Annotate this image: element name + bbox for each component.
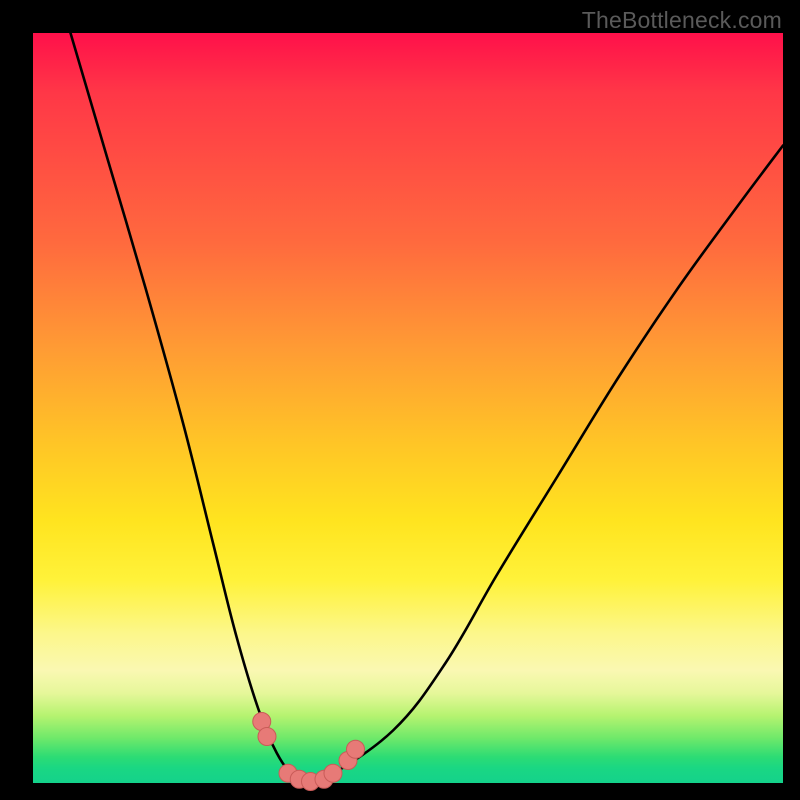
chart-svg: [33, 33, 783, 783]
watermark-text: TheBottleneck.com: [582, 7, 782, 34]
marker-point: [258, 728, 276, 746]
marker-group: [253, 713, 365, 791]
bottleneck-curve-path: [71, 33, 784, 784]
marker-point: [347, 740, 365, 758]
outer-frame: TheBottleneck.com: [0, 0, 800, 800]
marker-point: [324, 764, 342, 782]
plot-area: [33, 33, 783, 783]
